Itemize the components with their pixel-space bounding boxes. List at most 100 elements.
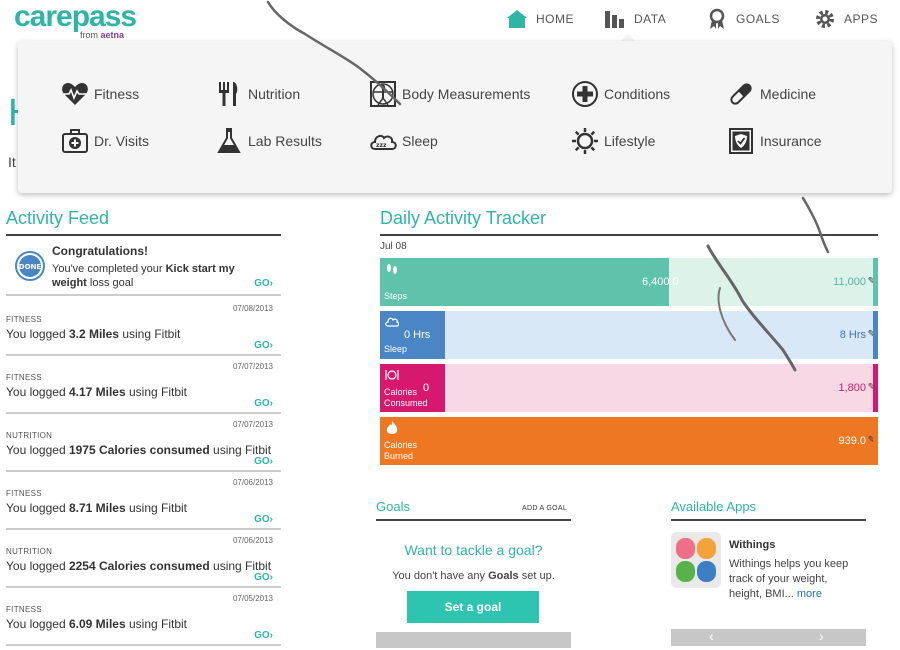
menu-item-label: Insurance xyxy=(760,133,822,149)
congrats-title: Congratulations! xyxy=(52,244,148,258)
gear-icon xyxy=(816,10,834,28)
flame-icon xyxy=(386,421,398,434)
menu-item-conditions[interactable]: Conditions xyxy=(570,78,670,110)
nav-apps-label: APPS xyxy=(844,12,879,26)
insurance-card-icon xyxy=(729,128,753,154)
bar-endcap xyxy=(873,417,878,465)
tracker-title: Daily Activity Tracker xyxy=(380,208,547,228)
congrats-entry: DONE Congratulations! You've completed y… xyxy=(6,240,281,296)
nav-goals-label: GOALS xyxy=(736,12,780,26)
activity-feed-divider xyxy=(6,234,281,236)
bar-current-value: 0 Hrs xyxy=(404,329,431,341)
app-description: Withings helps you keep track of your we… xyxy=(729,558,849,600)
bar-label: Calories Burned xyxy=(384,440,418,461)
feed-entry-go-link[interactable]: GO› xyxy=(254,398,273,409)
activity-feed-title: Activity Feed xyxy=(6,208,110,228)
feed-entry-text: You logged 3.2 Miles using Fitbit xyxy=(6,327,181,341)
feed-entry-category: NUTRITION xyxy=(6,547,53,556)
logo-tagline: from aetna xyxy=(80,30,125,40)
carepass-logo[interactable]: carepass from aetna xyxy=(14,0,137,41)
menu-item-dr-visits[interactable]: Dr. Visits xyxy=(60,125,149,157)
menu-item-body-measurements[interactable]: Body Measurements xyxy=(368,78,530,110)
feed-entry-go-link[interactable]: GO› xyxy=(254,514,273,525)
menu-item-insurance[interactable]: Insurance xyxy=(726,125,821,157)
pager-next-arrow-icon[interactable]: › xyxy=(819,628,824,644)
bar-chart-icon xyxy=(605,11,624,28)
menu-item-nutrition[interactable]: Nutrition xyxy=(214,78,300,110)
tracker-date: Jul 08 xyxy=(380,241,407,252)
goals-footer-bar xyxy=(376,632,571,648)
goals-divider xyxy=(376,519,571,521)
nav-apps[interactable]: APPS xyxy=(814,6,878,32)
apps-divider xyxy=(671,519,866,521)
sleep-icon xyxy=(385,317,399,327)
bar-fill xyxy=(380,417,878,465)
withings-app-logo[interactable] xyxy=(671,532,721,588)
feed-entry: 07/08/2013 FITNESS You logged 3.2 Miles us… xyxy=(6,298,281,356)
bar-label: Calories Consumed xyxy=(384,387,428,408)
app-more-link[interactable]: more xyxy=(797,588,822,600)
menu-item-label: Conditions xyxy=(604,86,671,102)
feed-entry-date: 07/07/2013 xyxy=(232,362,273,371)
menu-item-label: Sleep xyxy=(402,133,438,149)
apps-pager: ‹ › xyxy=(671,628,866,646)
feed-entry-date: 07/08/2013 xyxy=(232,304,273,313)
feed-entry-category: FITNESS xyxy=(6,373,42,382)
fork-knife-icon xyxy=(219,82,238,106)
tracker-bar-sleep[interactable]: 0 Hrs Sleep 8 Hrs ✎ xyxy=(380,311,878,359)
feed-entry-go-link[interactable]: GO› xyxy=(254,630,273,641)
feed-entry-date: 07/05/2013 xyxy=(232,594,273,603)
menu-item-sleep[interactable]: zzz Sleep xyxy=(368,125,438,157)
available-apps-title: Available Apps xyxy=(671,499,757,514)
bar-goal-value[interactable]: 1,800 xyxy=(838,382,866,394)
menu-item-label: Body Measurements xyxy=(402,86,531,102)
feed-entry-go-link[interactable]: GO› xyxy=(254,340,273,351)
nav-data[interactable]: DATA xyxy=(604,6,666,32)
vitruvian-body-icon xyxy=(370,81,396,107)
nav-goals[interactable]: GOALS xyxy=(706,6,780,32)
pager-prev-arrow-icon[interactable]: ‹ xyxy=(709,628,714,644)
menu-item-label: Fitness xyxy=(94,86,140,102)
bar-endcap xyxy=(873,364,878,412)
bar-fill xyxy=(380,258,669,306)
feed-entry-text: You logged 4.17 Miles using Fitbit xyxy=(6,385,188,399)
menu-item-lifestyle[interactable]: Lifestyle xyxy=(570,125,655,157)
goals-cta-text: Want to tackle a goal? xyxy=(404,542,543,558)
tracker-divider xyxy=(380,234,878,236)
feed-entry-go-link[interactable]: GO› xyxy=(254,572,273,583)
svg-text:DONE: DONE xyxy=(19,263,42,271)
feed-entry: 07/06/2013 FITNESS You logged 8.71 Miles u… xyxy=(6,472,281,530)
congrats-go-link[interactable]: GO› xyxy=(254,278,273,289)
tracker-bar-calories-consumed[interactable]: 0 Calories Consumed 1,800 ✎ xyxy=(380,364,878,412)
feed-entry-go-link[interactable]: GO› xyxy=(254,456,273,467)
menu-item-label: Lab Results xyxy=(248,133,322,149)
menu-item-fitness[interactable]: Fitness xyxy=(60,78,139,110)
home-icon xyxy=(507,10,527,28)
menu-item-lab-results[interactable]: Lab Results xyxy=(214,125,322,157)
nav-home[interactable]: HOME xyxy=(506,6,574,32)
page-text-fragment: It xyxy=(8,154,16,170)
bar-endcap xyxy=(873,258,878,306)
feed-entry-date: 07/06/2013 xyxy=(232,478,273,487)
menu-item-label: Medicine xyxy=(760,86,817,102)
feed-entry: 07/07/2013 FITNESS You logged 4.17 Miles u… xyxy=(6,356,281,414)
bar-goal-value[interactable]: 11,000 xyxy=(833,276,866,288)
plate-icon xyxy=(385,370,399,380)
add-goal-link[interactable]: ADD A GOAL xyxy=(522,505,567,512)
app-name[interactable]: Withings xyxy=(729,539,775,551)
congrats-text: You've completed your Kick start my weig… xyxy=(52,263,235,289)
bar-goal-value[interactable]: 939.0 xyxy=(838,435,866,447)
svg-text:zzz: zzz xyxy=(376,142,387,149)
bar-track xyxy=(380,364,878,412)
feed-entry-date: 07/07/2013 xyxy=(232,420,273,429)
done-badge-icon: DONE xyxy=(15,251,45,281)
tracker-bar-steps[interactable]: 6,400.0 Steps 11,000 ✎ xyxy=(380,258,878,306)
pill-icon xyxy=(730,83,752,105)
feed-entry-category: NUTRITION xyxy=(6,431,53,440)
bar-current-value: 6,400.0 xyxy=(642,276,679,288)
menu-item-medicine[interactable]: Medicine xyxy=(726,78,816,110)
tracker-bar-calories-burned[interactable]: Calories Burned 939.0 ✎ xyxy=(380,417,878,465)
logo-wordmark: carepass xyxy=(14,0,137,33)
set-goal-button[interactable]: Set a goal xyxy=(407,591,539,623)
bar-goal-value[interactable]: 8 Hrs xyxy=(840,329,866,341)
